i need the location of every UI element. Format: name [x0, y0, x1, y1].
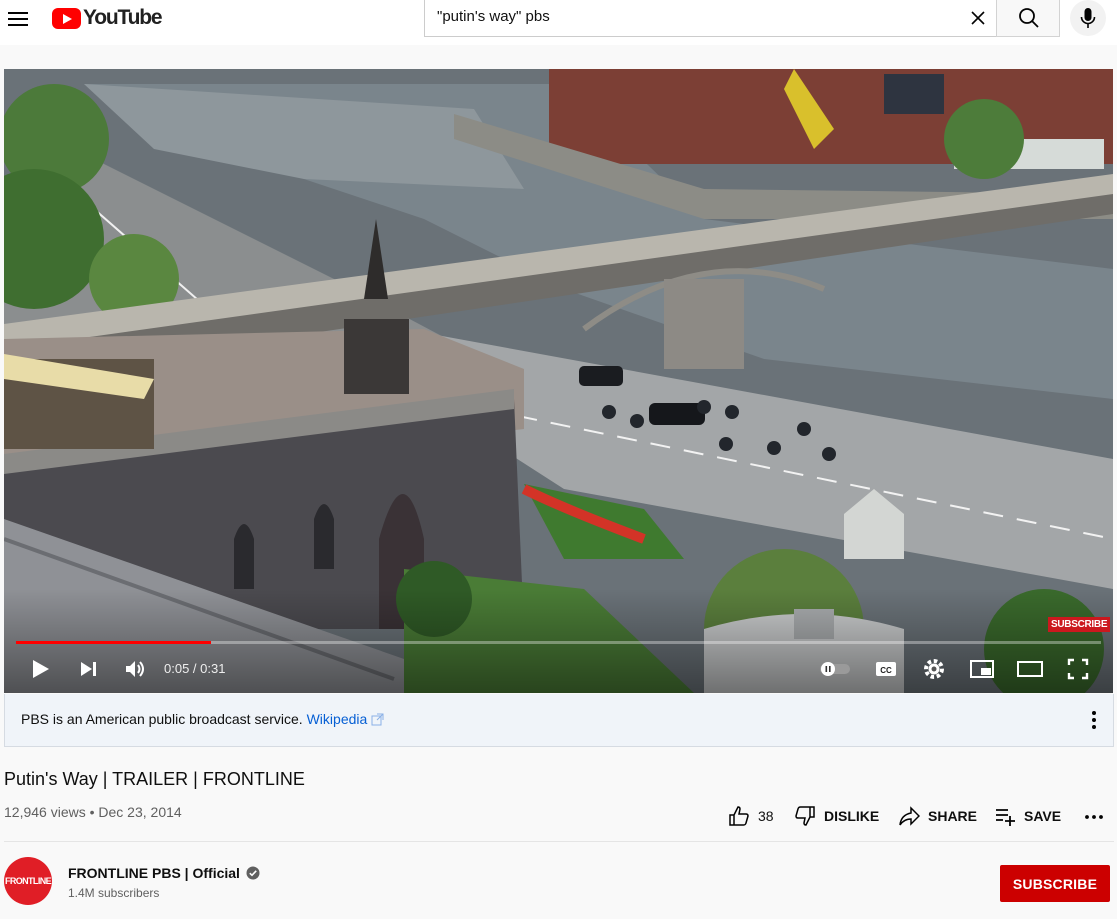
external-link-icon[interactable] — [371, 713, 384, 726]
more-horizontal-icon — [1085, 815, 1103, 819]
video-frame — [4, 69, 1113, 693]
youtube-play-icon — [52, 7, 81, 29]
settings-button[interactable] — [918, 653, 950, 685]
masthead: YouTube — [0, 0, 1117, 45]
save-button[interactable]: SAVE — [994, 804, 1061, 828]
search-icon — [1019, 8, 1039, 28]
search-box — [424, 0, 997, 37]
play-icon — [33, 660, 49, 678]
subscriber-count: 1.4M subscribers — [68, 886, 160, 900]
youtube-logo[interactable]: YouTube — [52, 6, 163, 30]
channel-avatar[interactable]: FRONTLINE — [4, 857, 52, 905]
subscribe-watermark[interactable]: SUBSCRIBE — [1048, 617, 1111, 632]
dislike-button[interactable]: DISLIKE — [794, 804, 879, 828]
theater-mode-icon — [1017, 661, 1043, 677]
video-title: Putin's Way | TRAILER | FRONTLINE — [4, 769, 305, 789]
next-button[interactable] — [72, 653, 104, 685]
more-actions-button[interactable] — [1082, 804, 1114, 828]
fullscreen-button[interactable] — [1062, 653, 1094, 685]
menu-icon[interactable] — [4, 4, 28, 30]
microphone-icon — [1080, 8, 1096, 28]
search-input[interactable] — [437, 8, 957, 25]
dislike-label: DISLIKE — [824, 808, 880, 824]
player-controls: 0:05 / 0:31 CC — [4, 649, 1113, 689]
gear-icon — [924, 659, 944, 679]
skip-next-icon — [81, 662, 96, 676]
play-button[interactable] — [24, 653, 56, 685]
share-button[interactable]: SHARE — [898, 804, 977, 828]
information-panel: PBS is an American public broadcast serv… — [4, 694, 1114, 747]
share-icon — [899, 806, 920, 826]
search-button[interactable] — [996, 0, 1060, 37]
captions-icon: CC — [876, 662, 896, 676]
progress-bar[interactable] — [16, 641, 1101, 644]
channel-name-text: FRONTLINE PBS | Official — [68, 865, 240, 881]
add-to-playlist-icon — [996, 809, 1015, 826]
theater-mode-button[interactable] — [1014, 653, 1046, 685]
channel-name[interactable]: FRONTLINE PBS | Official — [68, 865, 260, 881]
avatar-text: FRONTLINE — [4, 876, 52, 886]
save-label: SAVE — [1024, 808, 1062, 824]
wikipedia-link[interactable]: Wikipedia — [307, 711, 368, 727]
subscribe-button[interactable]: SUBSCRIBE — [1000, 865, 1110, 902]
voice-search-button[interactable] — [1070, 0, 1106, 36]
info-panel-text: PBS is an American public broadcast serv… — [21, 711, 384, 727]
clear-search-icon[interactable] — [968, 8, 988, 28]
miniplayer-button[interactable] — [966, 653, 998, 685]
info-description: PBS is an American public broadcast serv… — [21, 711, 303, 727]
info-panel-menu-icon[interactable] — [1084, 708, 1104, 732]
svg-text:CC: CC — [880, 666, 892, 675]
miniplayer-icon — [970, 660, 994, 678]
autoplay-icon — [820, 662, 850, 676]
thumbs-down-icon — [795, 806, 815, 826]
thumbs-up-icon — [729, 806, 749, 826]
video-player[interactable]: SUBSCRIBE 0:05 / 0:31 CC — [4, 69, 1113, 693]
fullscreen-icon — [1067, 658, 1089, 680]
verified-icon — [246, 866, 260, 880]
volume-icon — [126, 661, 144, 677]
like-button[interactable]: 38 — [728, 804, 774, 828]
share-label: SHARE — [928, 808, 978, 824]
divider — [4, 841, 1114, 842]
autoplay-toggle[interactable] — [816, 653, 856, 685]
like-count: 38 — [758, 808, 774, 824]
progress-fill — [16, 641, 212, 644]
volume-button[interactable] — [119, 653, 151, 685]
view-count-date: 12,946 views • Dec 23, 2014 — [4, 804, 182, 820]
captions-button[interactable]: CC — [870, 653, 902, 685]
time-display: 0:05 / 0:31 — [164, 661, 226, 676]
logo-text: YouTube — [83, 6, 163, 29]
